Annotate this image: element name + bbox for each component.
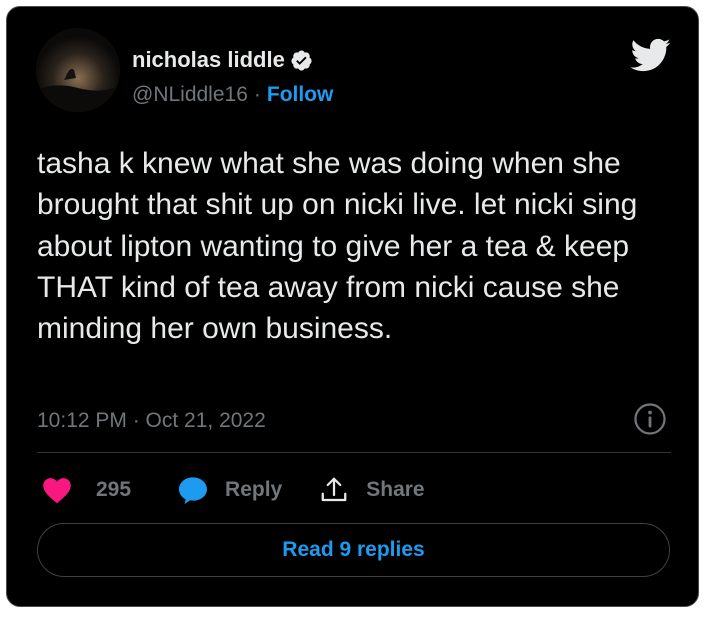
- author-name-row: nicholas liddle: [132, 45, 313, 75]
- reply-label: Reply: [225, 478, 283, 501]
- follow-button[interactable]: Follow: [267, 83, 334, 107]
- author-handle[interactable]: @NLiddle16: [132, 83, 248, 107]
- separator-dot: ·: [253, 83, 261, 106]
- author-display-name[interactable]: nicholas liddle: [132, 47, 285, 73]
- tweet-timestamp[interactable]: 10:12 PM · Oct 21, 2022: [37, 409, 266, 433]
- divider: [37, 452, 671, 453]
- author-handle-row: @NLiddle16 · Follow: [132, 83, 333, 107]
- speech-bubble-icon: [179, 477, 208, 505]
- verified-badge-icon: [290, 49, 313, 72]
- reply-button[interactable]: Reply: [177, 475, 282, 505]
- avatar[interactable]: [36, 28, 120, 112]
- read-replies-button[interactable]: Read 9 replies: [37, 523, 670, 577]
- heart-icon: [43, 478, 71, 504]
- read-replies-label: Read 9 replies: [282, 538, 425, 561]
- like-count: 295: [96, 478, 132, 501]
- share-upload-icon: [321, 477, 347, 502]
- share-button[interactable]: Share: [319, 475, 425, 505]
- twitter-bird-icon[interactable]: [629, 37, 671, 73]
- action-bar: 295 Reply Share: [37, 473, 425, 507]
- tweet-text: tasha k knew what she was doing when she…: [37, 147, 638, 346]
- info-icon[interactable]: [633, 402, 667, 436]
- avatar-photo: [36, 28, 120, 112]
- share-label: Share: [366, 478, 425, 501]
- tweet-card: nicholas liddle @NLiddle16 · Follow tash…: [6, 6, 699, 607]
- like-button[interactable]: 295: [37, 476, 131, 504]
